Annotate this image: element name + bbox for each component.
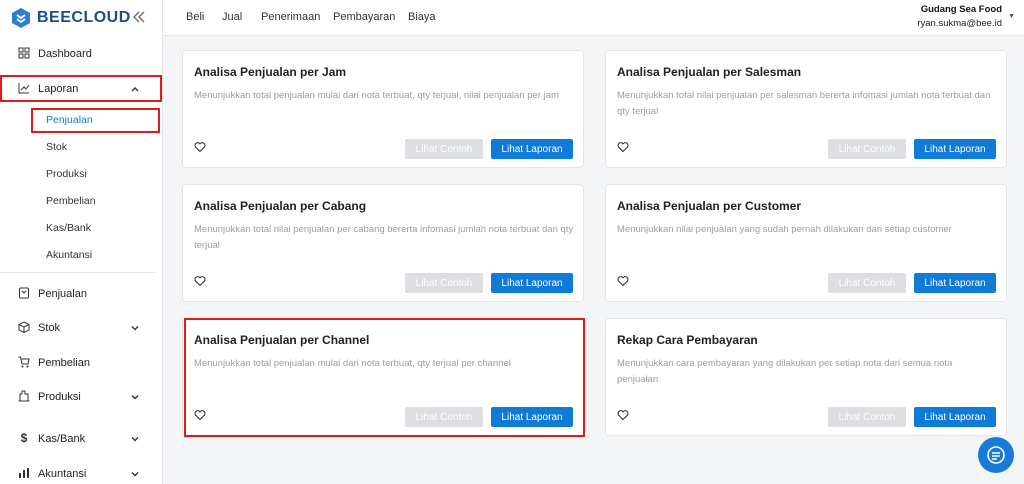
grid-icon (18, 47, 30, 59)
report-card: Rekap Cara Pembayaran Menunjukkan cara p… (605, 318, 1007, 436)
beecloud-logo-icon (12, 8, 30, 28)
card-title: Analisa Penjualan per Customer (617, 199, 802, 213)
sidebar-item-label: Produksi (38, 391, 81, 403)
lihat-contoh-button[interactable]: Lihat Contoh (405, 139, 483, 159)
card-title: Analisa Penjualan per Cabang (194, 199, 367, 213)
lihat-laporan-button[interactable]: Lihat Laporan (491, 139, 573, 159)
sidebar-subitem-kasbank[interactable]: Kas/Bank (46, 222, 91, 234)
chat-button[interactable] (978, 437, 1014, 473)
lihat-laporan-button[interactable]: Lihat Laporan (914, 139, 996, 159)
lihat-contoh-button[interactable]: Lihat Contoh (828, 407, 906, 427)
collapse-sidebar-icon[interactable] (132, 10, 146, 24)
sidebar-item-penjualan[interactable]: Penjualan (0, 280, 163, 308)
sidebar-subitem-pembelian[interactable]: Pembelian (46, 195, 96, 207)
card-description: Menunjukkan cara pembayaran yang dilakuk… (617, 358, 953, 385)
chevron-down-icon (131, 437, 139, 442)
cart-icon (18, 356, 30, 368)
sidebar-item-kasbank[interactable]: $ Kas/Bank (0, 425, 163, 453)
sidebar-item-dashboard[interactable]: Dashboard (0, 40, 163, 68)
card-title: Rekap Cara Pembayaran (617, 333, 758, 347)
card-title: Analisa Penjualan per Jam (194, 65, 347, 79)
card-description: Menunjukkan total penjualan mulai dari n… (194, 90, 559, 101)
lihat-laporan-button[interactable]: Lihat Laporan (914, 407, 996, 427)
sidebar-item-stok[interactable]: Stok (0, 314, 163, 342)
chevron-down-icon (131, 326, 139, 331)
card-description: Menunjukkan nilai penjualan yang sudah p… (617, 224, 952, 235)
bar-chart-icon (19, 468, 29, 478)
highlight-penjualan (31, 108, 160, 133)
heart-icon[interactable] (617, 275, 629, 287)
sidebar-item-label: Pembelian (38, 357, 90, 369)
sidebar-item-pembelian[interactable]: Pembelian (0, 349, 163, 377)
top-tab-pembayaran[interactable]: Pembayaran (333, 11, 395, 23)
lihat-contoh-button[interactable]: Lihat Contoh (828, 273, 906, 293)
factory-icon (18, 390, 30, 402)
top-navbar: Beli Jual Penerimaan Pembayaran Biaya Gu… (163, 0, 1024, 36)
lihat-laporan-button[interactable]: Lihat Laporan (491, 273, 573, 293)
sidebar-item-label: Stok (38, 322, 61, 334)
chat-icon (987, 446, 1005, 464)
account-dropdown-icon[interactable]: ▼ (1008, 13, 1015, 20)
lihat-contoh-button[interactable]: Lihat Contoh (828, 139, 906, 159)
top-tab-beli[interactable]: Beli (186, 11, 204, 23)
user-email[interactable]: ryan.sukma@bee.id (917, 18, 1002, 29)
sidebar-subitem-produksi[interactable]: Produksi (46, 168, 87, 180)
sidebar-item-label: Penjualan (38, 288, 87, 300)
lihat-contoh-button[interactable]: Lihat Contoh (405, 273, 483, 293)
divider (0, 272, 155, 273)
report-card: Analisa Penjualan per Jam Menunjukkan to… (182, 50, 584, 168)
sidebar: BEECLOUD Dashboard Laporan Penjualan Sto… (0, 0, 163, 484)
sidebar-item-akuntansi[interactable]: Akuntansi (0, 460, 163, 484)
company-name[interactable]: Gudang Sea Food (921, 4, 1002, 15)
report-card: Analisa Penjualan per Salesman Menunjukk… (605, 50, 1007, 168)
heart-icon[interactable] (194, 275, 206, 287)
sidebar-subitem-akuntansi[interactable]: Akuntansi (46, 249, 92, 261)
box-icon (18, 321, 30, 333)
highlight-channel-card (184, 318, 585, 437)
chevron-down-icon (131, 395, 139, 400)
chevron-down-icon (131, 472, 139, 477)
report-card: Analisa Penjualan per Customer Menunjukk… (605, 184, 1007, 302)
top-tab-biaya[interactable]: Biaya (408, 11, 436, 23)
top-tab-penerimaan[interactable]: Penerimaan (261, 11, 320, 23)
receipt-icon (19, 287, 29, 299)
heart-icon[interactable] (617, 141, 629, 153)
highlight-laporan (0, 75, 162, 102)
lihat-laporan-button[interactable]: Lihat Laporan (914, 273, 996, 293)
card-title: Analisa Penjualan per Salesman (617, 65, 802, 79)
heart-icon[interactable] (617, 409, 629, 421)
sidebar-item-label: Dashboard (38, 48, 92, 60)
sidebar-item-label: Kas/Bank (38, 433, 86, 445)
sidebar-subitem-stok[interactable]: Stok (46, 141, 67, 153)
sidebar-item-produksi[interactable]: Produksi (0, 383, 163, 411)
card-description: Menunjukkan total nilai penjualan per sa… (617, 90, 991, 117)
card-description: Menunjukkan total nilai penjualan per ca… (194, 224, 574, 251)
report-card: Analisa Penjualan per Cabang Menunjukkan… (182, 184, 584, 302)
top-tab-jual[interactable]: Jual (222, 11, 242, 23)
heart-icon[interactable] (194, 141, 206, 153)
sidebar-item-label: Akuntansi (38, 468, 87, 480)
dollar-icon: $ (20, 431, 28, 445)
brand-name: BEECLOUD (37, 9, 131, 26)
